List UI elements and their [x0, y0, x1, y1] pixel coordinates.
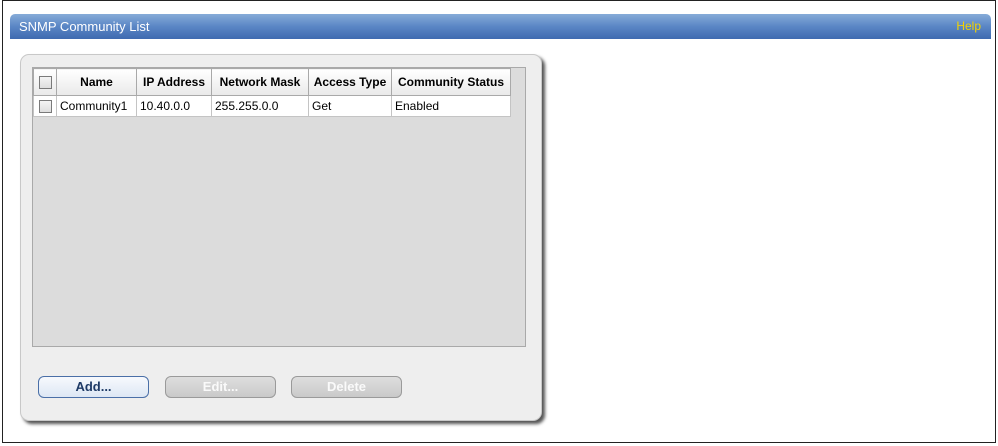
title-bar: SNMP Community List Help [10, 14, 991, 39]
column-header-community-status[interactable]: Community Status [391, 68, 511, 96]
delete-button[interactable]: Delete [291, 376, 402, 398]
add-button[interactable]: Add... [38, 376, 149, 398]
help-link[interactable]: Help [956, 19, 981, 33]
table-row[interactable]: Community1 10.40.0.0 255.255.0.0 Get Ena… [33, 95, 511, 117]
community-grid: Name IP Address Network Mask Access Type… [32, 67, 526, 347]
cell-name: Community1 [56, 95, 137, 117]
edit-button[interactable]: Edit... [165, 376, 276, 398]
cell-network-mask: 255.255.0.0 [211, 95, 309, 117]
select-all-header [33, 68, 57, 96]
cell-access-type: Get [308, 95, 392, 117]
cell-community-status: Enabled [391, 95, 511, 117]
select-all-checkbox[interactable] [38, 76, 52, 90]
cell-ip-address: 10.40.0.0 [136, 95, 212, 117]
row-select-cell [33, 95, 57, 117]
row-checkbox[interactable] [38, 100, 52, 114]
column-header-access-type[interactable]: Access Type [308, 68, 392, 96]
column-header-network-mask[interactable]: Network Mask [211, 68, 309, 96]
column-header-name[interactable]: Name [56, 68, 137, 96]
page-frame: SNMP Community List Help Name IP Address… [2, 0, 996, 443]
community-list-panel: Name IP Address Network Mask Access Type… [20, 54, 542, 421]
column-header-ip-address[interactable]: IP Address [136, 68, 212, 96]
table-header-row: Name IP Address Network Mask Access Type… [33, 68, 511, 96]
community-table: Name IP Address Network Mask Access Type… [33, 68, 511, 117]
page-title: SNMP Community List [19, 19, 150, 34]
